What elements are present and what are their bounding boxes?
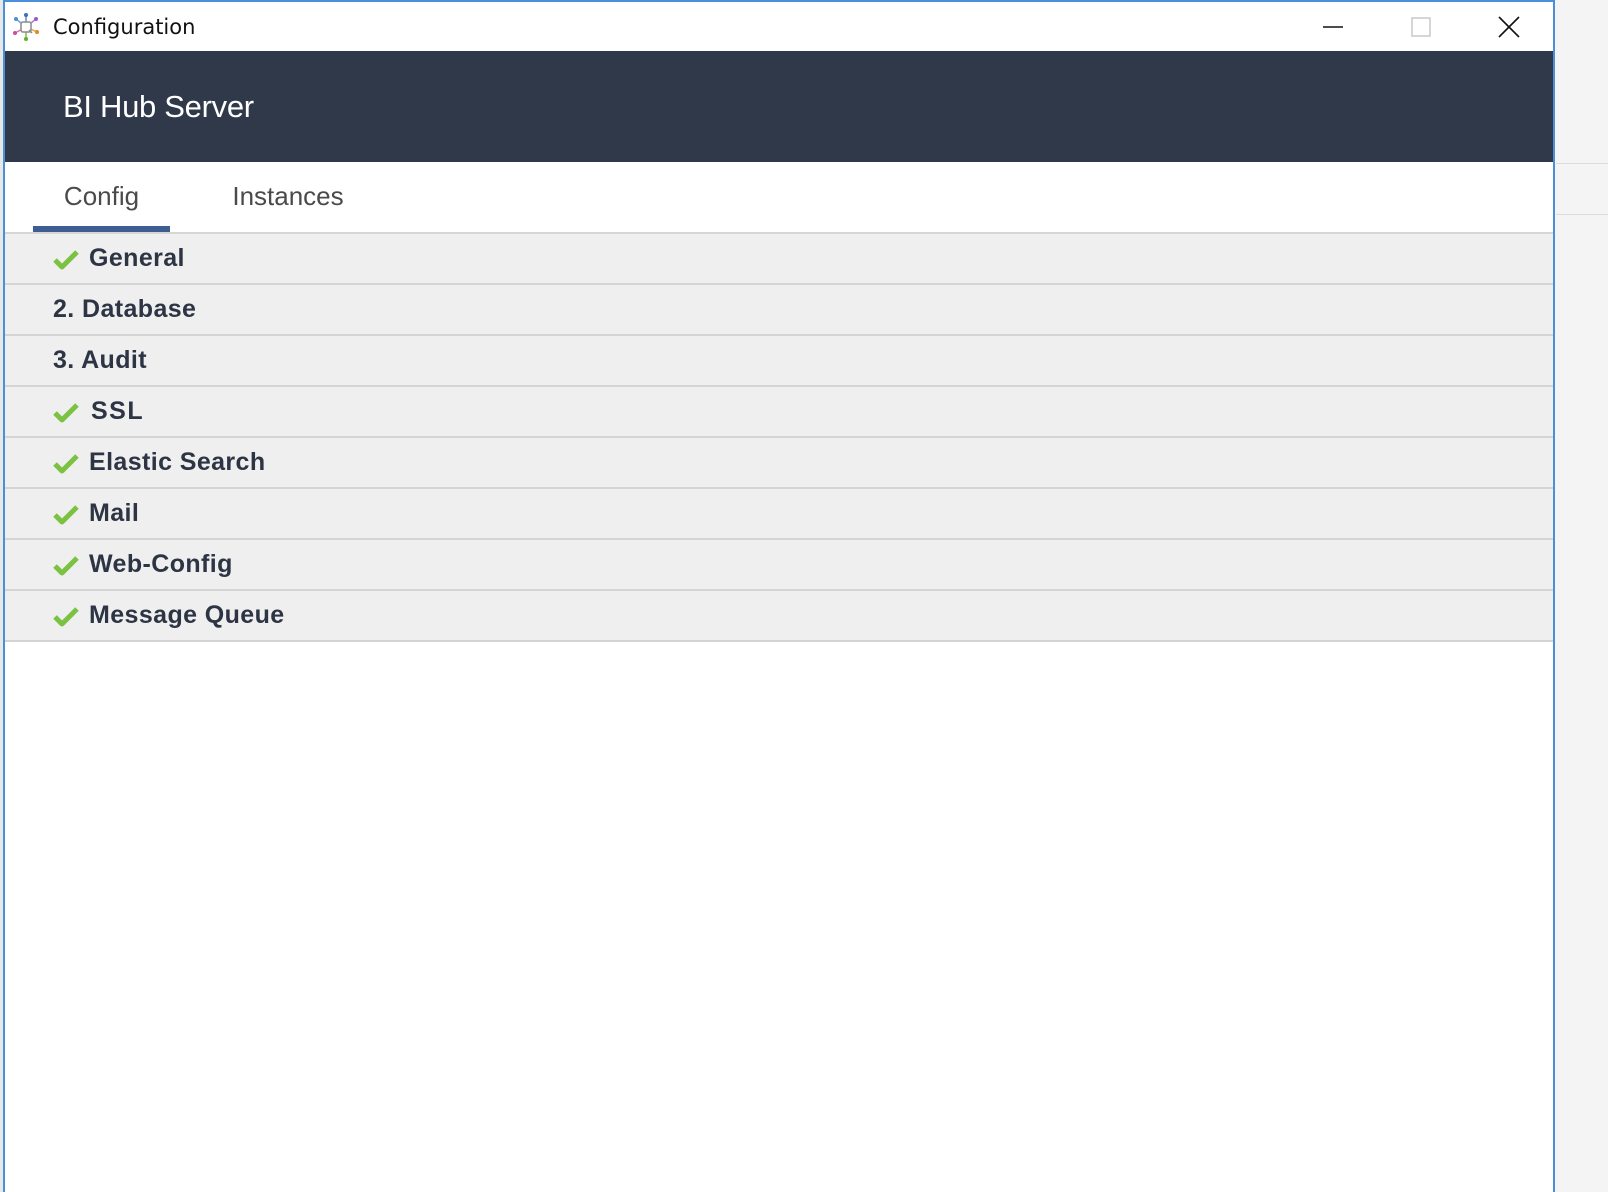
config-item-label: Web-Config xyxy=(89,550,233,578)
app-header: BI Hub Server xyxy=(5,51,1553,162)
config-item-label: 3. Audit xyxy=(53,346,147,374)
tab-instances[interactable]: Instances xyxy=(200,160,376,232)
close-button[interactable] xyxy=(1465,2,1553,51)
config-item-label: 2. Database xyxy=(53,295,197,323)
config-item-label: Elastic Search xyxy=(89,448,266,476)
config-item-label: Message Queue xyxy=(89,601,285,629)
config-item-message-queue[interactable]: Message Queue xyxy=(5,591,1553,642)
config-item-label: Mail xyxy=(89,499,140,527)
tab-config[interactable]: Config xyxy=(33,160,170,232)
check-icon xyxy=(53,402,79,422)
maximize-button[interactable] xyxy=(1377,2,1465,51)
window-controls xyxy=(1289,2,1553,51)
config-item-database[interactable]: 2. Database xyxy=(5,285,1553,336)
window-title: Configuration xyxy=(53,14,196,39)
config-item-ssl[interactable]: SSL xyxy=(5,387,1553,438)
check-icon xyxy=(53,606,79,626)
config-section-list: General 2. Database 3. Audit SSL Elastic… xyxy=(5,234,1553,642)
minimize-icon xyxy=(1323,25,1343,28)
config-item-label: General xyxy=(89,244,185,272)
config-item-elastic-search[interactable]: Elastic Search xyxy=(5,438,1553,489)
close-icon xyxy=(1498,15,1520,38)
check-icon xyxy=(53,504,79,524)
config-item-web-config[interactable]: Web-Config xyxy=(5,540,1553,591)
configuration-window: Configuration BI Hub Server Config Insta… xyxy=(3,0,1555,1192)
app-title: BI Hub Server xyxy=(63,88,254,124)
tab-bar: Config Instances xyxy=(5,162,1553,234)
check-icon xyxy=(53,555,79,575)
config-item-label: SSL xyxy=(91,397,145,425)
config-item-audit[interactable]: 3. Audit xyxy=(5,336,1553,387)
app-config-hub-icon xyxy=(13,12,39,41)
maximize-icon xyxy=(1411,16,1431,37)
minimize-button[interactable] xyxy=(1289,2,1377,51)
check-icon xyxy=(53,453,79,473)
title-bar[interactable]: Configuration xyxy=(5,2,1553,51)
desktop-background xyxy=(1556,0,1608,1192)
check-icon xyxy=(53,249,79,269)
config-item-mail[interactable]: Mail xyxy=(5,489,1553,540)
config-item-general[interactable]: General xyxy=(5,234,1553,285)
